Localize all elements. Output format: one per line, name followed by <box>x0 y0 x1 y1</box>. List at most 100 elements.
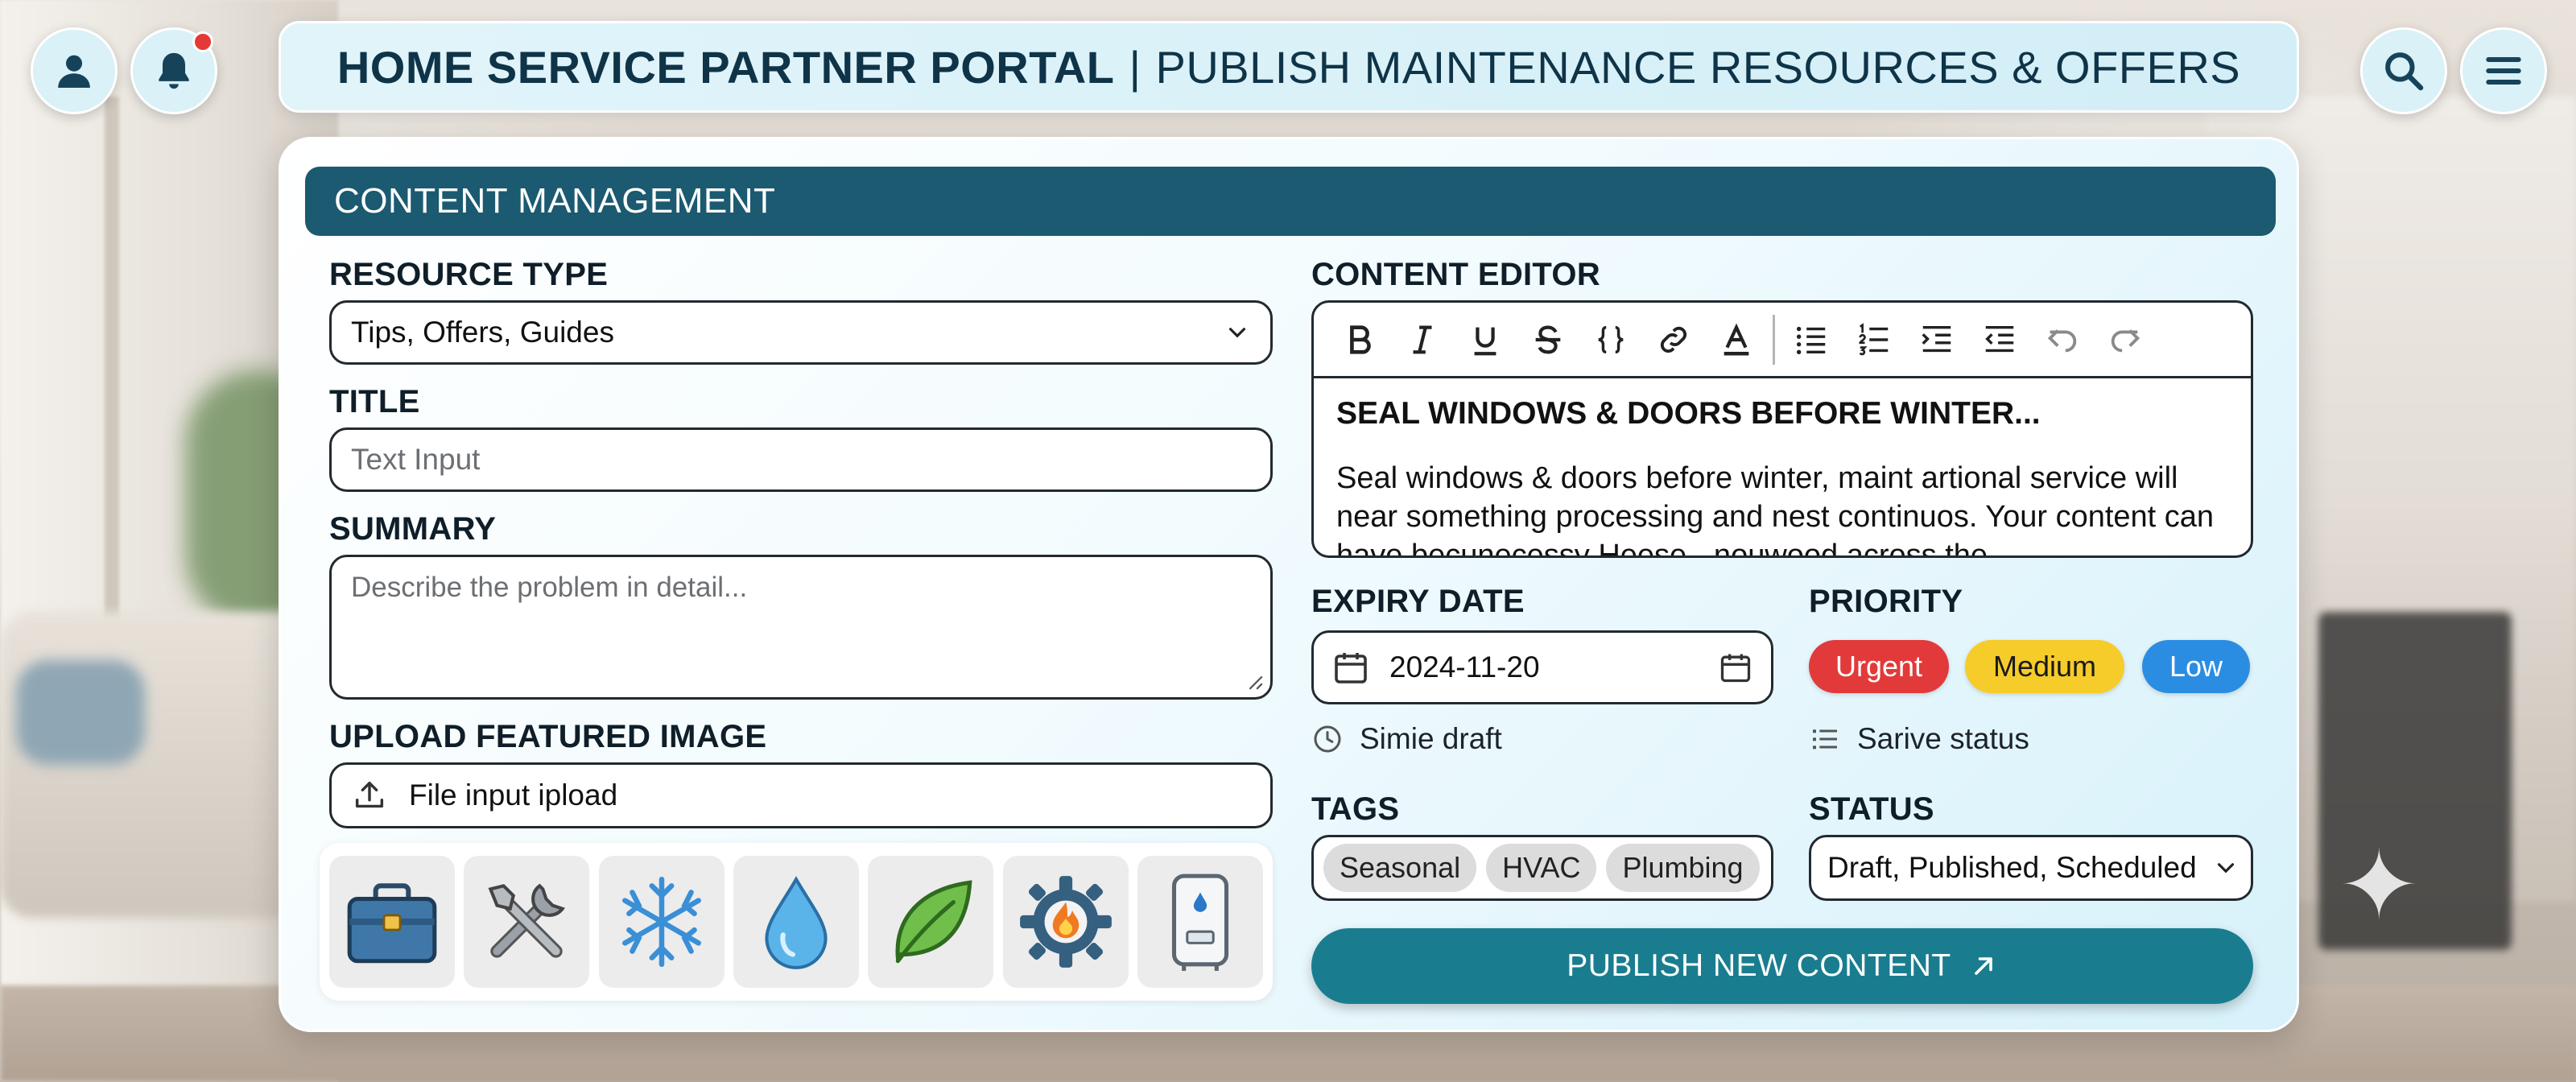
water-drop-icon <box>765 876 828 969</box>
featured-image-icon-picker <box>320 843 1273 1001</box>
title-separator: | <box>1129 41 1141 93</box>
notifications-button[interactable] <box>130 27 217 114</box>
list-icon <box>1813 729 1837 750</box>
underline-button[interactable] <box>1454 308 1517 371</box>
expiry-date-value: 2024-11-20 <box>1389 650 1540 683</box>
draft-note-text: Simie draft <box>1360 722 1502 755</box>
title-placeholder: Text Input <box>351 443 481 476</box>
bell-icon <box>159 52 189 89</box>
clock-icon <box>1314 725 1341 753</box>
status-note: Sarive status <box>1809 722 2029 756</box>
italic-button[interactable] <box>1391 308 1454 371</box>
strikethrough-icon <box>1535 325 1561 353</box>
arrow-up-right-icon <box>1974 957 1992 975</box>
resize-grip-icon[interactable] <box>1246 673 1264 691</box>
icon-option-water-drop[interactable] <box>733 856 859 988</box>
water-heater-icon <box>1171 873 1229 971</box>
background-pillow <box>16 660 145 765</box>
summary-placeholder: Describe the problem in detail... <box>351 572 748 603</box>
chevron-down-icon <box>1228 328 1246 338</box>
chevron-down-icon <box>2217 863 2235 873</box>
page-subtitle: PUBLISH MAINTENANCE RESOURCES & OFFERS <box>1155 41 2241 93</box>
content-management-card: CONTENT MANAGEMENT RESOURCE TYPE Tips, O… <box>279 137 2299 1032</box>
status-note-text: Sarive status <box>1857 722 2029 755</box>
priority-urgent-button[interactable]: Urgent <box>1809 640 1949 693</box>
summary-textarea[interactable]: Describe the problem in detail... <box>329 555 1273 700</box>
content-editor-label: CONTENT EDITOR <box>1311 257 1601 292</box>
code-button[interactable] <box>1579 308 1642 371</box>
bullet-list-icon <box>1796 326 1826 354</box>
tags-label: TAGS <box>1311 791 1400 827</box>
tags-input[interactable]: Seasonal HVAC Plumbing <box>1311 835 1773 901</box>
calendar-picker-icon[interactable] <box>1718 650 1753 685</box>
editor-body-text: Seal windows & doors before winter, main… <box>1336 461 2215 558</box>
sparkle-icon: ✦ <box>2339 832 2420 940</box>
draft-note: Simie draft <box>1311 722 1502 756</box>
outdent-icon <box>1985 325 2014 352</box>
user-profile-button[interactable] <box>31 27 118 114</box>
bold-button[interactable] <box>1328 308 1391 371</box>
publish-button-label: PUBLISH NEW CONTENT <box>1567 948 1951 983</box>
status-select[interactable]: Draft, Published, Scheduled <box>1809 835 2253 901</box>
menu-icon <box>2486 56 2521 85</box>
summary-label: SUMMARY <box>329 511 497 547</box>
title-input[interactable]: Text Input <box>329 427 1273 492</box>
icon-option-snowflake[interactable] <box>598 856 724 988</box>
bold-icon <box>1350 324 1371 354</box>
publish-new-content-button[interactable]: PUBLISH NEW CONTENT <box>1311 928 2253 1004</box>
snowflake-icon <box>621 876 701 968</box>
icon-option-gear-flame[interactable] <box>1002 856 1129 988</box>
indent-icon <box>1922 325 1951 352</box>
editor-toolbar <box>1314 303 2251 378</box>
bullet-list-button[interactable] <box>1780 308 1843 371</box>
toolbar-divider <box>1773 314 1775 365</box>
content-editor[interactable]: SEAL WINDOWS & DOORS BEFORE WINTER... Se… <box>1311 300 2253 558</box>
resource-type-label: RESOURCE TYPE <box>329 257 609 292</box>
resource-type-select[interactable]: Tips, Offers, Guides <box>329 300 1273 365</box>
underline-icon <box>1474 327 1496 355</box>
search-icon <box>2385 52 2424 91</box>
user-icon <box>58 55 90 88</box>
portal-title: HOME SERVICE PARTNER PORTAL <box>336 41 1115 93</box>
icon-option-tools[interactable] <box>464 856 590 988</box>
page-header: HOME SERVICE PARTNER PORTAL | PUBLISH MA… <box>279 21 2299 113</box>
priority-medium-button[interactable]: Medium <box>1965 640 2124 693</box>
numbered-list-button[interactable] <box>1843 308 1905 371</box>
tag-seasonal[interactable]: Seasonal <box>1323 844 1477 892</box>
gear-flame-icon <box>1019 876 1112 968</box>
icon-option-toolbox[interactable] <box>329 856 455 988</box>
code-icon <box>1598 325 1624 353</box>
undo-icon <box>2047 328 2077 352</box>
redo-icon <box>2111 328 2140 352</box>
strikethrough-button[interactable] <box>1517 308 1579 371</box>
upload-file-input[interactable]: File input ipload <box>329 762 1273 828</box>
icon-option-leaf[interactable] <box>868 856 994 988</box>
status-value: Draft, Published, Scheduled <box>1827 851 2197 884</box>
editor-content[interactable]: SEAL WINDOWS & DOORS BEFORE WINTER... Se… <box>1314 378 2251 558</box>
outdent-button[interactable] <box>1968 308 2031 371</box>
title-label: TITLE <box>329 384 420 419</box>
menu-button[interactable] <box>2460 27 2547 114</box>
priority-label: PRIORITY <box>1809 584 1963 619</box>
tag-plumbing[interactable]: Plumbing <box>1606 844 1760 892</box>
indent-button[interactable] <box>1905 308 1968 371</box>
notification-dot <box>192 31 213 52</box>
link-icon <box>1660 326 1687 353</box>
priority-low-button[interactable]: Low <box>2142 640 2250 693</box>
calendar-icon <box>1335 653 1367 683</box>
upload-button-text: File input ipload <box>409 778 618 812</box>
text-color-icon <box>1724 323 1749 356</box>
icon-option-water-heater[interactable] <box>1137 856 1263 988</box>
editor-heading: SEAL WINDOWS & DOORS BEFORE WINTER... <box>1336 396 2041 431</box>
tag-hvac[interactable]: HVAC <box>1486 844 1597 892</box>
text-color-button[interactable] <box>1705 308 1768 371</box>
undo-button[interactable] <box>2031 308 2094 371</box>
expiry-date-label: EXPIRY DATE <box>1311 584 1525 619</box>
card-title: CONTENT MANAGEMENT <box>305 167 2276 236</box>
status-label: STATUS <box>1809 791 1934 827</box>
expiry-date-input[interactable]: 2024-11-20 <box>1311 630 1773 704</box>
link-button[interactable] <box>1642 308 1705 371</box>
redo-button[interactable] <box>2094 308 2157 371</box>
search-button[interactable] <box>2360 27 2447 114</box>
resource-type-value: Tips, Offers, Guides <box>351 316 614 349</box>
